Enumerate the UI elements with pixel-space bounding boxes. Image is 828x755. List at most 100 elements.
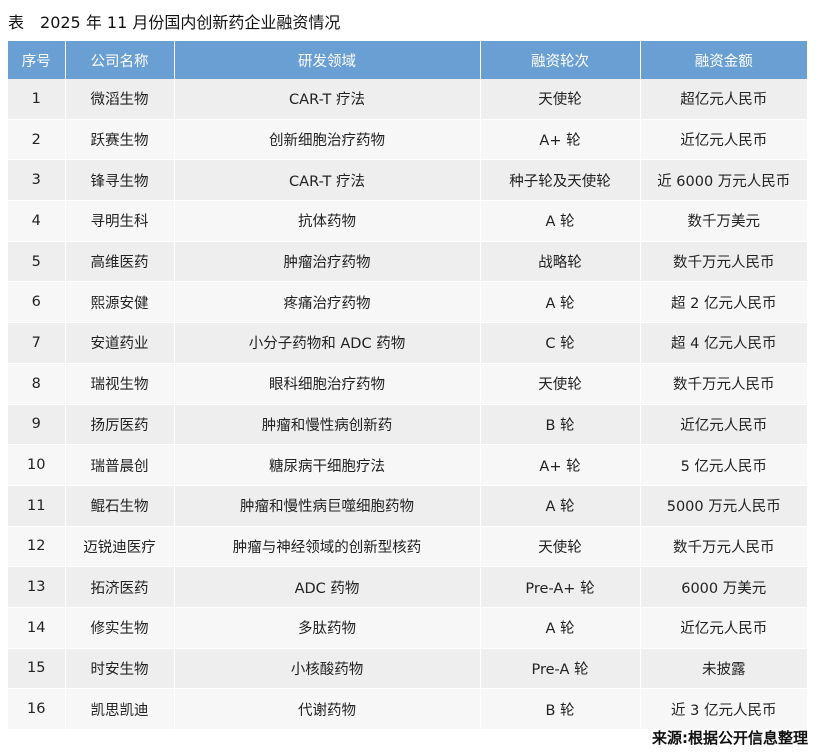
cell-amount: 6000 万美元	[640, 566, 807, 608]
cell-field: 眼科细胞治疗药物	[174, 363, 481, 405]
cell-company: 安道药业	[65, 322, 175, 364]
cell-field: 抗体药物	[174, 200, 481, 242]
cell-round: C 轮	[480, 322, 641, 364]
cell-company: 扬厉医药	[65, 404, 175, 446]
cell-round: Pre-A 轮	[480, 648, 641, 690]
cell-index: 5	[8, 241, 66, 283]
cell-amount: 未披露	[640, 648, 807, 690]
cell-amount: 数千万元人民币	[640, 241, 807, 283]
cell-index: 10	[8, 444, 66, 486]
cell-index: 6	[8, 281, 66, 324]
cell-round: 天使轮	[480, 79, 641, 120]
cell-company: 跃赛生物	[65, 119, 175, 161]
cell-company: 时安生物	[65, 648, 175, 690]
cell-company: 高维医药	[65, 241, 175, 283]
cell-field: 代谢药物	[174, 688, 481, 730]
cell-amount: 近亿元人民币	[640, 404, 807, 446]
cell-amount: 近 6000 万元人民币	[640, 159, 807, 202]
cell-field: 小核酸药物	[174, 648, 481, 690]
table-body: 1 微滔生物 CAR-T 疗法 天使轮 超亿元人民币 2 跃赛生物 创新细胞治疗药物 A+ 轮近…	[8, 79, 807, 730]
cell-index: 14	[8, 607, 66, 649]
cell-amount: 近亿元人民币	[640, 119, 807, 161]
header-row: 序号 公司名称 研发领域 融资轮次 融资金额	[8, 41, 807, 79]
cell-round: A+ 轮	[480, 444, 641, 486]
cell-company: 熙源安健	[65, 281, 175, 324]
cell-field: 糖尿病干细胞疗法	[174, 444, 481, 486]
cell-amount: 数千万美元	[640, 200, 807, 242]
cell-index: 1	[8, 79, 66, 120]
table-row: 11 鲲石生物 肿瘤和慢性病巨噬细胞药物 A 轮 5000 万元人民币	[8, 485, 807, 527]
table-row: 7 安道药业 小分子药物和 ADC 药物 C 轮超 4 亿元人民币	[8, 322, 807, 364]
cell-index: 4	[8, 200, 66, 242]
cell-index: 9	[8, 404, 66, 446]
cell-field: 肿瘤与神经领域的创新型核药	[174, 526, 481, 568]
header-index: 序号	[8, 41, 66, 79]
cell-field: 肿瘤和慢性病创新药	[174, 404, 481, 446]
cell-amount: 近亿元人民币	[640, 607, 807, 649]
cell-round: 种子轮及天使轮	[480, 159, 641, 202]
cell-index: 2	[8, 119, 66, 161]
cell-amount: 超 2 亿元人民币	[640, 281, 807, 324]
table-row: 6 熙源安健 疼痛治疗药物 A 轮超 2 亿元人民币	[8, 281, 807, 324]
cell-field: 创新细胞治疗药物	[174, 119, 481, 161]
cell-company: 修实生物	[65, 607, 175, 649]
cell-field: CAR-T 疗法	[174, 159, 481, 202]
cell-field: 肿瘤和慢性病巨噬细胞药物	[174, 485, 481, 527]
header-amount: 融资金额	[640, 41, 807, 79]
cell-field: 肿瘤治疗药物	[174, 241, 481, 283]
header-company: 公司名称	[65, 41, 175, 79]
cell-amount: 超 4 亿元人民币	[640, 322, 807, 364]
cell-round: Pre-A+ 轮	[480, 566, 641, 608]
cell-index: 7	[8, 322, 66, 364]
cell-index: 11	[8, 485, 66, 527]
cell-field: 疼痛治疗药物	[174, 281, 481, 324]
header-field: 研发领域	[174, 41, 481, 79]
table-row: 1 微滔生物 CAR-T 疗法 天使轮 超亿元人民币	[8, 79, 807, 120]
cell-company: 瑞普晨创	[65, 444, 175, 486]
table-row: 14 修实生物 多肽药物 A 轮近亿元人民币	[8, 607, 807, 649]
cell-company: 锋寻生物	[65, 159, 175, 202]
table-row: 12 迈锐迪医疗 肿瘤与神经领域的创新型核药 天使轮 数千万元人民币	[8, 526, 807, 568]
cell-company: 寻明生科	[65, 200, 175, 242]
table-row: 5 高维医药 肿瘤治疗药物 战略轮 数千万元人民币	[8, 241, 807, 283]
cell-company: 迈锐迪医疗	[65, 526, 175, 568]
cell-index: 15	[8, 648, 66, 690]
source-note: 来源:根据公开信息整理	[652, 729, 808, 747]
cell-company: 微滔生物	[65, 79, 175, 120]
cell-round: A+ 轮	[480, 119, 641, 161]
cell-amount: 数千万元人民币	[640, 526, 807, 568]
table-header: 序号 公司名称 研发领域 融资轮次 融资金额	[8, 41, 807, 79]
cell-field: ADC 药物	[174, 566, 481, 608]
cell-amount: 5000 万元人民币	[640, 485, 807, 527]
cell-amount: 近 3 亿元人民币	[640, 688, 807, 730]
cell-amount: 数千万元人民币	[640, 363, 807, 405]
cell-round: B 轮	[480, 688, 641, 730]
cell-company: 鲲石生物	[65, 485, 175, 527]
caption-prefix: 表	[8, 13, 25, 32]
cell-amount: 5 亿元人民币	[640, 444, 807, 486]
cell-field: 小分子药物和 ADC 药物	[174, 322, 481, 364]
table-row: 9 扬厉医药 肿瘤和慢性病创新药 B 轮近亿元人民币	[8, 404, 807, 446]
table-row: 16 凯思凯迪 代谢药物 B 轮近 3 亿元人民币	[8, 688, 807, 730]
header-round: 融资轮次	[480, 41, 641, 79]
cell-round: 战略轮	[480, 241, 641, 283]
cell-amount: 超亿元人民币	[640, 79, 807, 120]
cell-index: 13	[8, 566, 66, 608]
cell-field: CAR-T 疗法	[174, 79, 481, 120]
cell-round: 天使轮	[480, 526, 641, 568]
cell-index: 8	[8, 363, 66, 405]
cell-round: 天使轮	[480, 363, 641, 405]
table-row: 4 寻明生科 抗体药物 A 轮数千万美元	[8, 200, 807, 242]
table-row: 10 瑞普晨创 糖尿病干细胞疗法 A+ 轮5 亿元人民币	[8, 444, 807, 486]
table-caption: 表 2025 年 11 月份国内创新药企业融资情况	[8, 8, 340, 38]
table-row: 8 瑞视生物 眼科细胞治疗药物 天使轮 数千万元人民币	[8, 363, 807, 405]
cell-round: A 轮	[480, 281, 641, 324]
table-row: 3 锋寻生物 CAR-T 疗法 种子轮及天使轮近 6000 万元人民币	[8, 159, 807, 202]
table-row: 15 时安生物 小核酸药物 Pre-A 轮未披露	[8, 648, 807, 690]
cell-round: A 轮	[480, 607, 641, 649]
table-row: 2 跃赛生物 创新细胞治疗药物 A+ 轮近亿元人民币	[8, 119, 807, 161]
cell-index: 12	[8, 526, 66, 568]
financing-table: 序号 公司名称 研发领域 融资轮次 融资金额 1 微滔生物 CAR-T 疗法 天使轮超…	[8, 41, 807, 730]
caption-title: 2025 年 11 月份国内创新药企业融资情况	[40, 13, 341, 32]
table-row: 13 拓济医药 ADC 药物 Pre-A+ 轮 6000 万美元	[8, 566, 807, 608]
